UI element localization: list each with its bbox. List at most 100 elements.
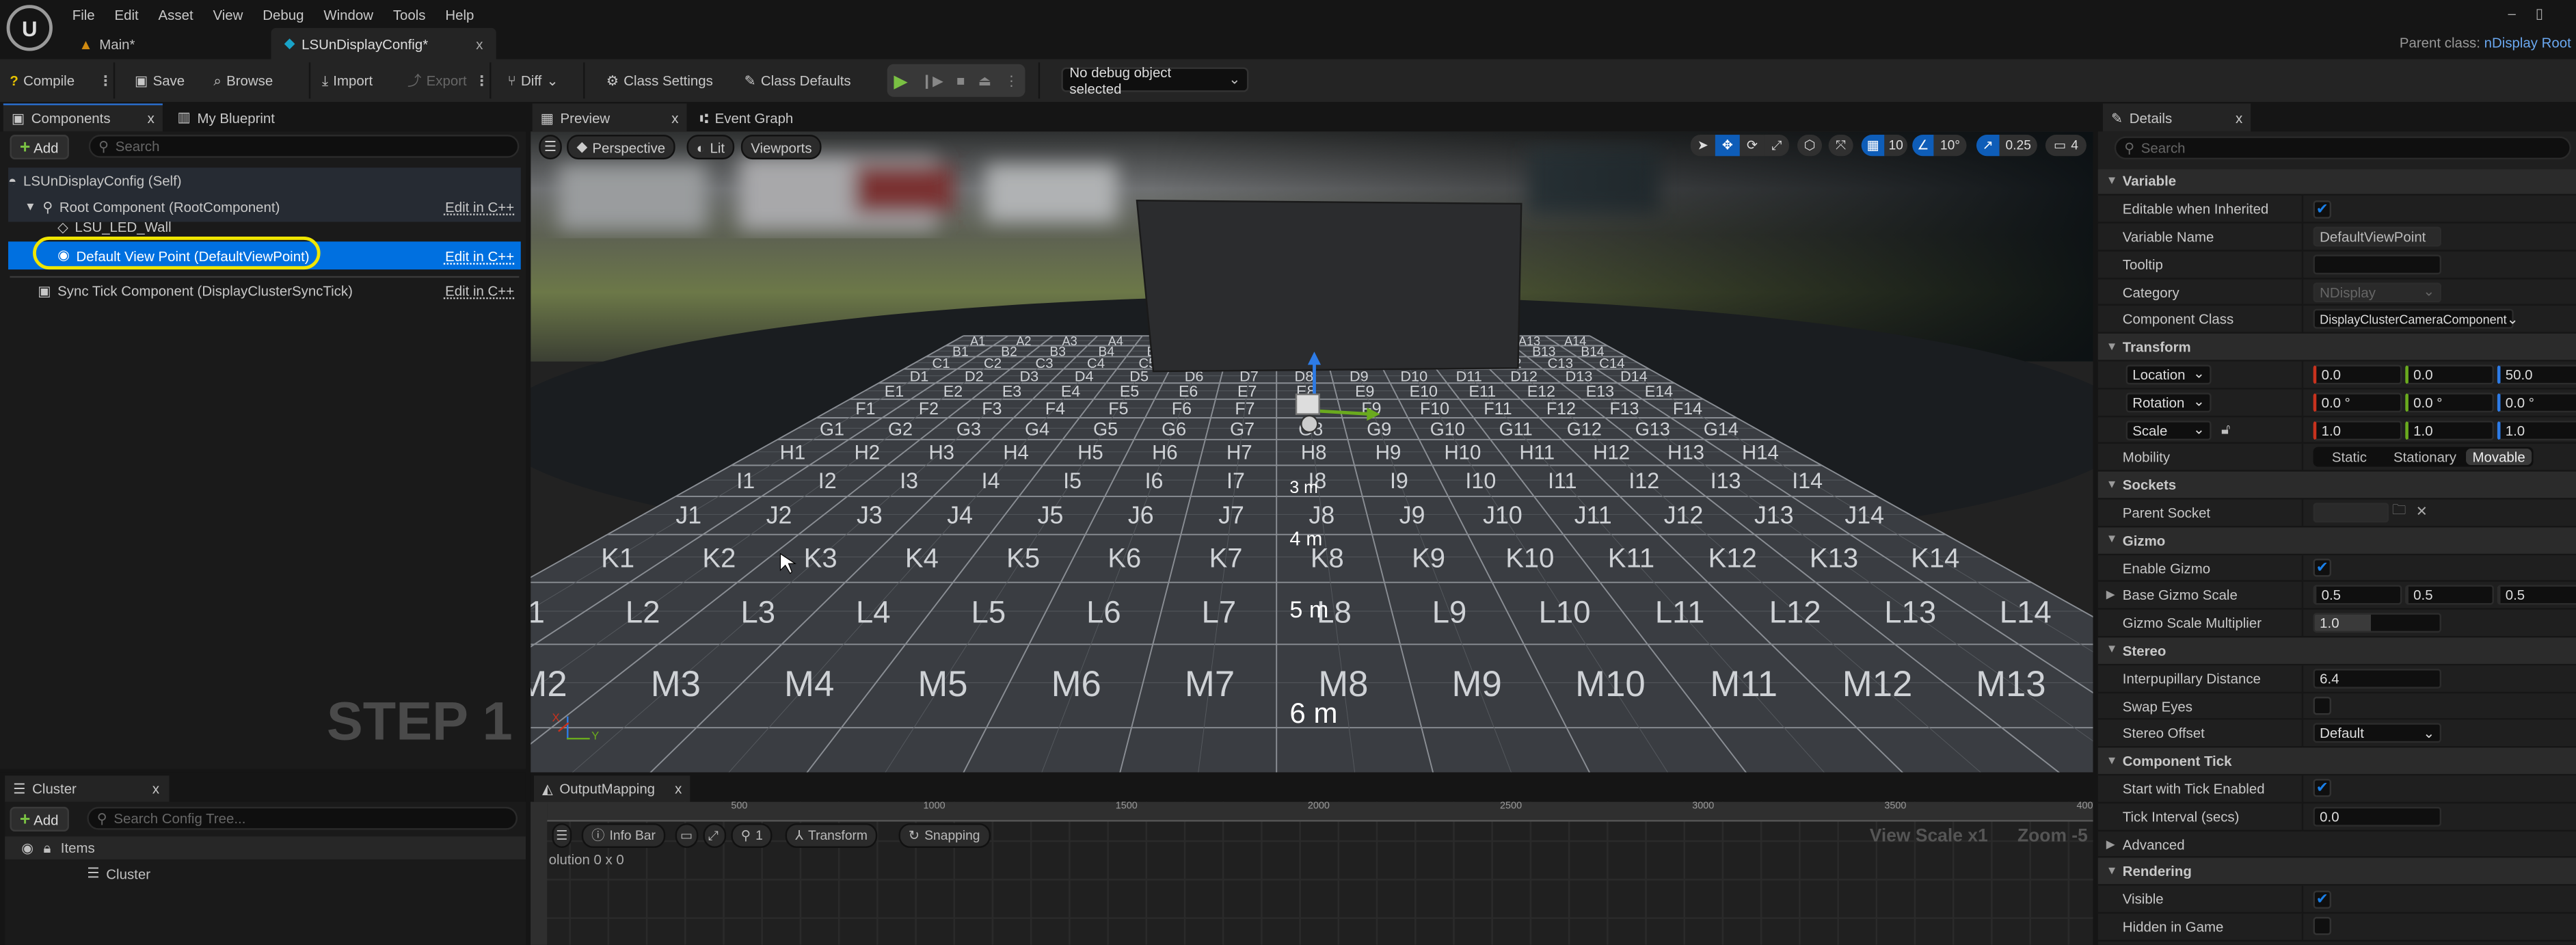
play-options-icon[interactable]: ⋮ — [1004, 72, 1018, 90]
scale-z-input[interactable]: 1.0 — [2497, 420, 2576, 440]
info-bar-button[interactable]: ⓘ Info Bar — [581, 823, 666, 848]
grid-snap-toggle[interactable]: ▦ — [1861, 135, 1885, 157]
layout-button[interactable]: ▭ — [675, 823, 699, 848]
section-rendering[interactable]: ▼ Rendering — [2097, 858, 2576, 886]
angle-snap-toggle[interactable]: ∠ — [1912, 135, 1934, 157]
details-search-input[interactable]: ⚲ Search — [2114, 136, 2571, 160]
play-icon[interactable]: ▶ — [894, 70, 907, 92]
advanced-expander[interactable]: ▶ Advanced — [2097, 831, 2576, 859]
parent-class-link[interactable]: nDisplay Root — [2484, 34, 2571, 51]
scale-x-input[interactable]: 1.0 — [2313, 420, 2402, 440]
cluster-search-input[interactable]: ⚲ Search Config Tree... — [87, 806, 518, 830]
unlock-icon[interactable]: 🔓︎ — [2221, 421, 2230, 438]
eye-icon[interactable]: ◉ — [21, 839, 33, 857]
debug-object-dropdown[interactable]: No debug object selected ⌄ — [1061, 64, 1249, 96]
tick-interval-input[interactable]: 0.0 — [2313, 806, 2442, 827]
rotate-mode-button[interactable]: ⟳ — [1739, 135, 1765, 157]
tree-item-root-component[interactable]: ▼ ⚲ Root Component (RootComponent) Edit in … — [8, 194, 521, 220]
clear-icon[interactable]: ✕ — [2416, 503, 2428, 521]
stop-icon[interactable]: ■ — [956, 72, 965, 89]
angle-snap-value[interactable]: 10° — [1933, 135, 1967, 157]
snapping-button[interactable]: ↻ Snapping — [898, 823, 990, 848]
close-icon[interactable]: x — [148, 110, 155, 127]
scale-y-input[interactable]: 1.0 — [2405, 420, 2494, 440]
doc-tab-lsundisplayconfig[interactable]: ◆ LSUnDisplayConfig* x — [271, 27, 496, 59]
gizmo-multiplier-slider[interactable]: 1.0 — [2313, 613, 2442, 633]
edit-in-cpp-link[interactable]: Edit in C++ — [445, 282, 514, 299]
edit-in-cpp-link[interactable]: Edit in C++ — [445, 248, 514, 264]
location-y-input[interactable]: 0.0 — [2405, 364, 2494, 385]
eject-icon[interactable]: ⏏ — [978, 72, 991, 90]
compile-options-button[interactable]: ⋮ — [98, 59, 112, 102]
step-icon[interactable]: ❙▶ — [921, 72, 943, 90]
add-cluster-item-button[interactable]: + Add — [10, 806, 68, 831]
save-button[interactable]: ▣ Save — [135, 59, 185, 102]
export-button[interactable]: ⤴ Export — [407, 59, 467, 102]
tab-components[interactable]: ▣ Components x — [3, 103, 163, 132]
tab-preview[interactable]: ▦ Preview x — [532, 103, 687, 132]
preview-viewport[interactable]: A1A2A3A4A5A6A7A8A9A10A11A12A13A14B1B2B3B… — [531, 131, 2093, 773]
menu-tools[interactable]: Tools — [383, 3, 435, 27]
window-controls[interactable]: –▯ — [2508, 5, 2563, 23]
compile-button[interactable]: ? Compile — [10, 59, 75, 102]
hidden-in-game-checkbox[interactable] — [2313, 917, 2331, 936]
add-component-button[interactable]: + Add — [10, 135, 68, 160]
browse-button[interactable]: ⌕ Browse — [213, 59, 273, 102]
rotation-x-input[interactable]: 0.0 ° — [2313, 392, 2402, 412]
class-defaults-button[interactable]: ✎ Class Defaults — [744, 59, 851, 102]
scale-mode-button[interactable]: ⤢ — [1764, 135, 1789, 157]
surface-snapping-button[interactable]: ⤧ — [1828, 135, 1853, 157]
unreal-logo[interactable]: U — [6, 5, 53, 51]
perspective-button[interactable]: ◆ Perspective — [567, 135, 675, 160]
scale-snap-value[interactable]: 0.25 — [1999, 135, 2037, 157]
output-options-button[interactable]: ☰ — [552, 823, 572, 848]
expand-arrow-icon[interactable]: ▶ — [2106, 589, 2115, 602]
rotation-y-input[interactable]: 0.0 ° — [2405, 392, 2494, 412]
viewport-options-button[interactable]: ☰ — [539, 135, 562, 160]
editable-checkbox[interactable]: ✔ — [2313, 200, 2331, 218]
cluster-tree-item[interactable]: ☰ Cluster — [87, 864, 150, 882]
gizmo-scale-z-input[interactable]: 0.5 — [2497, 585, 2576, 606]
close-icon[interactable]: x — [2236, 110, 2242, 127]
section-component-tick[interactable]: ▼ Component Tick — [2097, 747, 2576, 776]
close-icon[interactable]: x — [675, 780, 682, 797]
zoom-button[interactable]: ⚲ 1 — [731, 823, 773, 848]
location-z-input[interactable]: 50.0 — [2497, 364, 2576, 385]
fit-view-button[interactable]: ⤢ — [703, 823, 727, 848]
mobility-stationary[interactable]: Stationary — [2384, 449, 2466, 466]
section-transform[interactable]: ▼ Transform — [2097, 334, 2576, 362]
menu-edit[interactable]: Edit — [105, 3, 148, 27]
location-mode-dropdown[interactable]: Location ⌄ — [2125, 364, 2212, 385]
rotation-z-input[interactable]: 0.0 ° — [2497, 392, 2576, 412]
viewports-button[interactable]: Viewports — [740, 135, 822, 160]
start-tick-checkbox[interactable]: ✔ — [2313, 780, 2331, 798]
tree-item-led-wall[interactable]: ◇ LSU_LED_Wall — [8, 219, 521, 235]
tree-item-self[interactable]: ◓ LSUnDisplayConfig (Self) — [8, 168, 521, 194]
camera-speed-button[interactable]: ▭ 4 — [2045, 135, 2087, 157]
output-mapping-canvas[interactable] — [531, 801, 2093, 945]
tab-output-mapping[interactable]: ◭ OutputMapping x — [534, 775, 690, 802]
section-sockets[interactable]: ▼ Sockets — [2097, 472, 2576, 500]
transform-button[interactable]: ⅄ Transform — [785, 823, 878, 848]
expand-arrow-icon[interactable]: ▼ — [25, 201, 36, 213]
class-settings-button[interactable]: ⚙ Class Settings — [606, 59, 713, 102]
category-dropdown[interactable]: NDisplay ⌄ — [2313, 282, 2442, 302]
tab-event-graph[interactable]: ⑆ Event Graph — [692, 103, 802, 131]
tree-item-sync-tick[interactable]: ▣ Sync Tick Component (DisplayClusterSync… — [8, 278, 521, 304]
browse-socket-icon[interactable]: 🗀︎ — [2392, 501, 2406, 524]
lock-icon[interactable]: 🔒︎ — [43, 839, 51, 857]
close-icon[interactable]: x — [476, 36, 483, 52]
rotation-mode-dropdown[interactable]: Rotation ⌄ — [2125, 392, 2212, 412]
tab-details[interactable]: ✎ Details x — [2102, 103, 2251, 132]
gizmo-scale-y-input[interactable]: 0.5 — [2405, 585, 2494, 606]
swap-eyes-checkbox[interactable] — [2313, 696, 2331, 715]
tab-my-blueprint[interactable]: ▥ My Blueprint — [170, 103, 283, 131]
menu-asset[interactable]: Asset — [148, 3, 203, 27]
menu-debug[interactable]: Debug — [253, 3, 314, 27]
scale-snap-toggle[interactable]: ↗ — [1976, 135, 2000, 157]
section-variable[interactable]: ▼ Variable — [2097, 168, 2576, 196]
close-icon[interactable]: x — [152, 780, 159, 797]
parent-socket-input[interactable] — [2313, 503, 2389, 523]
section-gizmo[interactable]: ▼ Gizmo — [2097, 527, 2576, 555]
variable-name-input[interactable]: DefaultViewPoint — [2313, 226, 2442, 247]
